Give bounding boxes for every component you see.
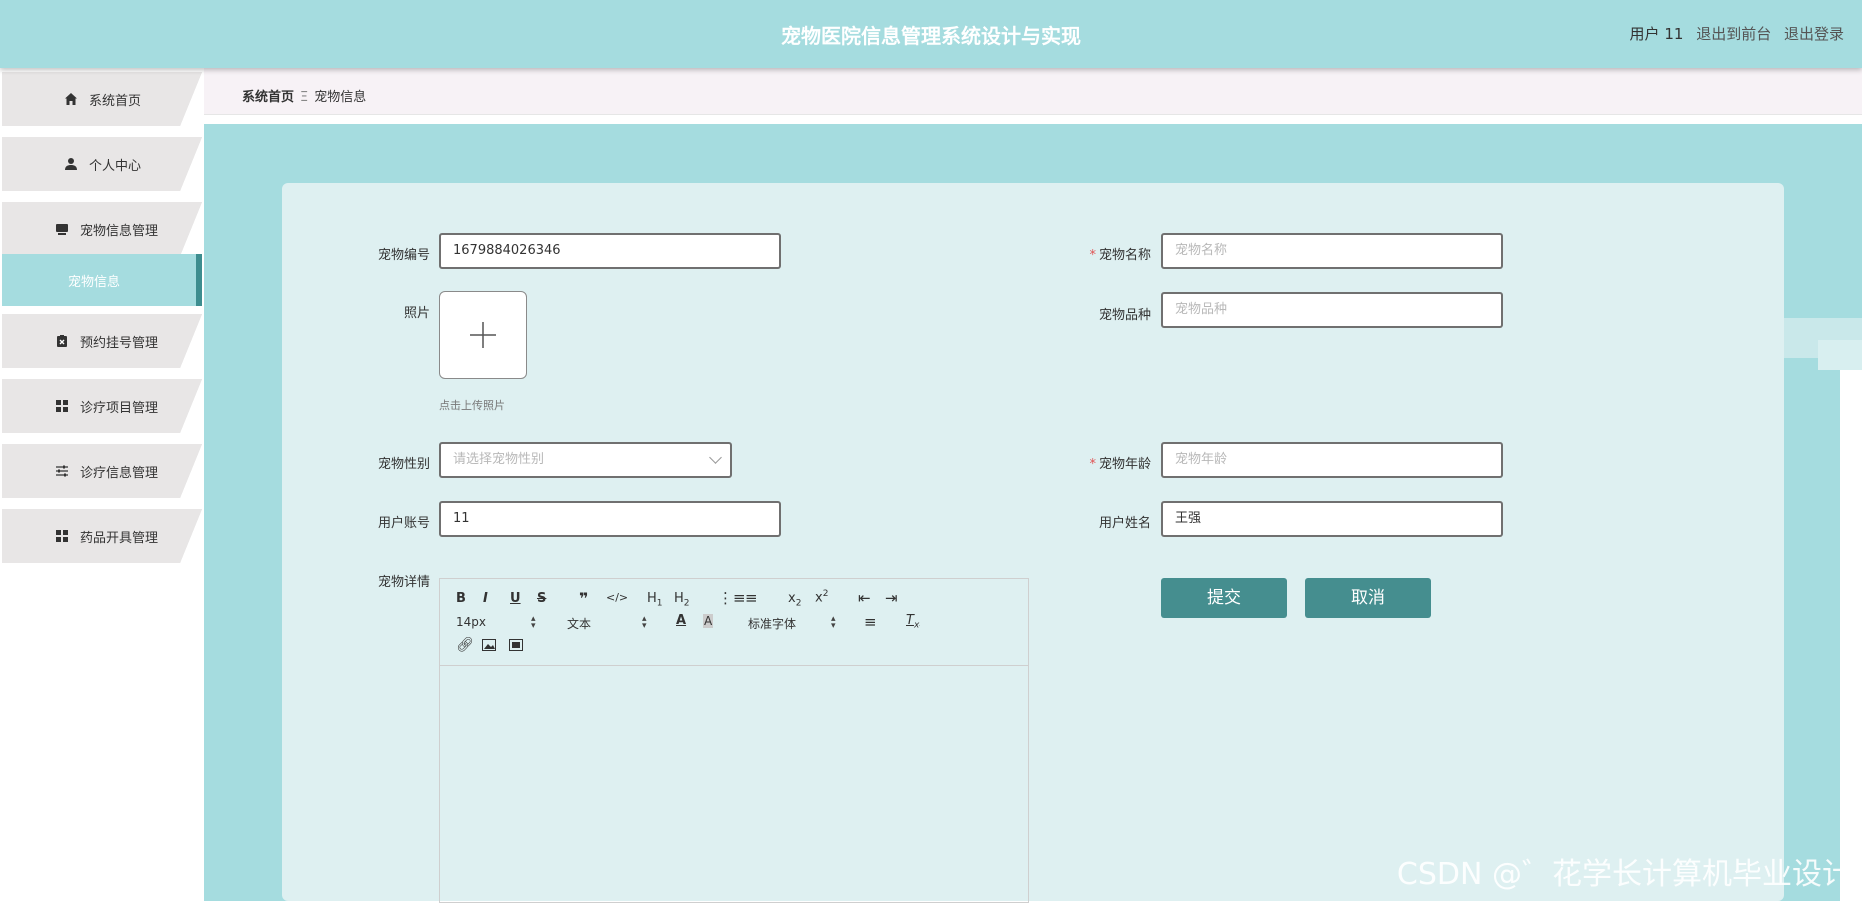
link-icon[interactable]: 🔗︎ — [456, 637, 474, 653]
italic-icon[interactable]: I — [483, 591, 488, 606]
sidebar-item-label: 诊疗信息管理 — [80, 465, 159, 481]
submenu-item-pet-info[interactable]: 宠物信息 — [2, 254, 202, 306]
user-account-input[interactable]: 11 — [439, 501, 781, 537]
image-icon[interactable] — [482, 639, 496, 655]
align-icon[interactable]: ≡ — [864, 613, 877, 631]
indent-icon[interactable]: ⇥ — [885, 589, 898, 607]
sidebar-item-pet-info-mgmt[interactable]: 宠物信息管理 — [2, 202, 202, 256]
select-arrows-icon: ▴ ▾ — [831, 614, 836, 631]
pet-gender-placeholder: 请选择宠物性别 — [453, 452, 545, 467]
underline-icon[interactable]: U — [510, 591, 521, 606]
home-icon — [63, 91, 79, 107]
grid-icon — [54, 528, 70, 544]
pet-name-input[interactable]: 宠物名称 — [1161, 233, 1503, 269]
pet-no-label: 宠物编号 — [377, 248, 430, 263]
sidebar-item-treatment-info-mgmt[interactable]: 诊疗信息管理 — [2, 444, 202, 498]
sidebar-item-label: 预约挂号管理 — [80, 335, 159, 351]
cancel-button[interactable]: 取消 — [1305, 578, 1431, 618]
pet-details-label: 宠物详情 — [377, 575, 430, 590]
clipboard-icon — [54, 333, 70, 349]
sidebar-item-appointment-mgmt[interactable]: 预约挂号管理 — [2, 314, 202, 368]
sidebar-item-medicine-mgmt[interactable]: 药品开具管理 — [2, 509, 202, 563]
background-color-icon[interactable]: A — [703, 614, 714, 628]
submit-button[interactable]: 提交 — [1161, 578, 1287, 618]
app-title: 宠物医院信息管理系统设计与实现 — [781, 24, 1081, 48]
breadcrumb-separator: Ξ — [300, 90, 309, 105]
clear-format-icon[interactable]: Tx — [906, 613, 919, 631]
watermark: CSDN @゛花学长计算机毕业设计 — [1396, 857, 1852, 892]
bullet-list-icon[interactable]: ≡ — [745, 589, 758, 607]
sidebar-item-personal[interactable]: 个人中心 — [2, 137, 202, 191]
user-name-input[interactable]: 王强 — [1161, 501, 1503, 537]
pet-breed-input[interactable]: 宠物品种 — [1161, 292, 1503, 328]
breadcrumb-root[interactable]: 系统首页 — [242, 90, 294, 105]
pet-age-label: * 宠物年龄 — [1089, 457, 1151, 472]
decor-step — [1840, 370, 1862, 901]
font-color-icon[interactable]: A — [676, 613, 686, 628]
photo-upload[interactable] — [439, 291, 527, 379]
select-arrows-icon: ▴ ▾ — [642, 614, 647, 631]
user-name-label: 用户姓名 — [1098, 516, 1151, 531]
breadcrumb-bar: 系统首页 Ξ 宠物信息 — [204, 68, 1862, 115]
pet-name-label: * 宠物名称 — [1089, 248, 1151, 263]
subscript-icon[interactable]: x2 — [788, 591, 801, 609]
grid-icon — [54, 398, 70, 414]
editor-toolbar: B I U S ❞ </> H1 H2 ⋮≡ ≡ x2 x2 ⇤ ⇥ 14px … — [440, 579, 1028, 666]
chevron-down-icon — [709, 451, 722, 464]
superscript-icon[interactable]: x2 — [815, 589, 828, 605]
editor-content[interactable] — [440, 666, 1028, 902]
outdent-icon[interactable]: ⇤ — [858, 589, 871, 607]
decor-step — [1818, 340, 1862, 370]
user-icon — [63, 156, 79, 172]
user-label: 用户 11 — [1629, 25, 1684, 43]
sidebar-item-label: 个人中心 — [88, 158, 141, 174]
photo-label: 照片 — [403, 306, 430, 321]
sidebar-item-label: 诊疗项目管理 — [80, 400, 159, 416]
pet-gender-label: 宠物性别 — [377, 457, 430, 472]
top-header: 宠物医院信息管理系统设计与实现 用户 11 退出到前台 退出登录 — [0, 0, 1862, 68]
blockquote-icon[interactable]: ❞ — [579, 589, 588, 608]
text-style-select[interactable]: 文本 — [567, 615, 591, 632]
font-size-select[interactable]: 14px — [456, 615, 486, 629]
sliders-icon — [54, 463, 70, 479]
submenu-label: 宠物信息 — [68, 274, 121, 290]
h1-icon[interactable]: H1 — [647, 591, 663, 609]
font-family-select[interactable]: 标准字体 — [748, 615, 796, 632]
sidebar-item-home[interactable]: 系统首页 — [2, 72, 202, 126]
bold-icon[interactable]: B — [456, 591, 466, 606]
sidebar-item-label: 宠物信息管理 — [80, 223, 159, 239]
strikethrough-icon[interactable]: S — [537, 591, 546, 606]
pet-no-input[interactable]: 1679884026346 — [439, 233, 781, 269]
logout-link[interactable]: 退出登录 — [1784, 25, 1844, 43]
code-icon[interactable]: </> — [606, 591, 628, 604]
exit-to-front-link[interactable]: 退出到前台 — [1696, 25, 1771, 43]
sidebar-item-treatment-project-mgmt[interactable]: 诊疗项目管理 — [2, 379, 202, 433]
sidebar: 系统首页 个人中心 宠物信息管理 宠物信息 预约挂号管理 诊疗项目管理 诊疗信息… — [0, 68, 204, 901]
ordered-list-icon[interactable]: ⋮≡ — [718, 589, 746, 607]
upload-tip: 点击上传照片 — [439, 399, 505, 412]
monitor-icon — [54, 221, 70, 237]
user-account-label: 用户账号 — [377, 516, 430, 531]
sidebar-item-label: 药品开具管理 — [80, 530, 159, 546]
plus-icon — [470, 322, 496, 348]
rich-text-editor: B I U S ❞ </> H1 H2 ⋮≡ ≡ x2 x2 ⇤ ⇥ 14px … — [439, 578, 1029, 903]
sidebar-item-label: 系统首页 — [88, 93, 141, 109]
user-area: 用户 11 退出到前台 退出登录 — [1622, 23, 1844, 44]
breadcrumb: 系统首页 Ξ 宠物信息 — [242, 86, 366, 105]
pet-gender-select[interactable]: 请选择宠物性别 — [439, 442, 732, 478]
breadcrumb-current: 宠物信息 — [314, 90, 367, 105]
pet-breed-label: 宠物品种 — [1098, 308, 1151, 323]
pet-age-input[interactable]: 宠物年龄 — [1161, 442, 1503, 478]
select-arrows-icon: ▴ ▾ — [531, 614, 536, 631]
video-icon[interactable] — [509, 639, 523, 655]
h2-icon[interactable]: H2 — [674, 591, 690, 609]
